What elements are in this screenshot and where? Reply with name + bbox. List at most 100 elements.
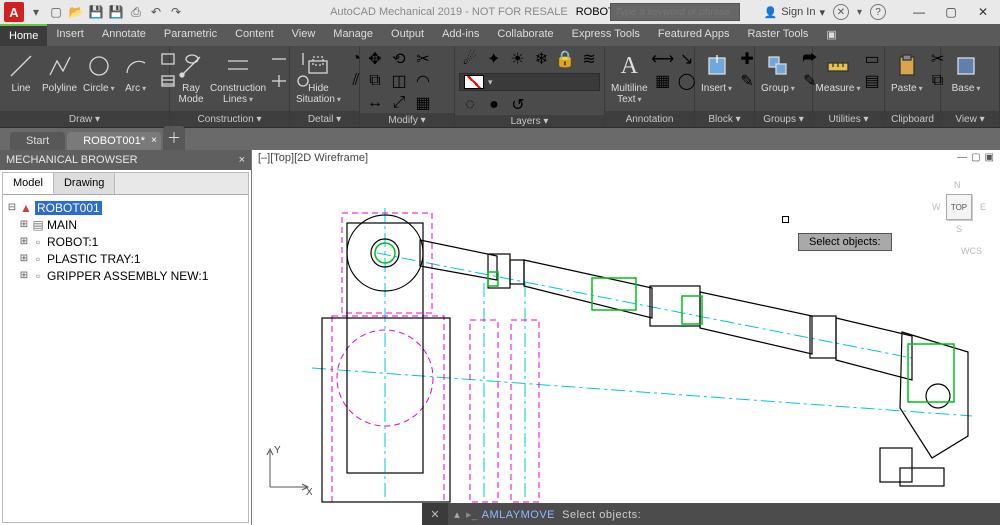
ribbon-tab-content[interactable]: Content — [226, 24, 283, 46]
circle-button[interactable]: Circle — [81, 49, 117, 96]
panel-groups-label[interactable]: Groups ▾ — [755, 111, 812, 127]
qat-undo-icon[interactable]: ↶ — [148, 4, 164, 20]
cline-cross-icon[interactable] — [268, 71, 290, 91]
layer-freeze-icon[interactable]: ❄ — [530, 49, 552, 69]
tree-node[interactable]: ⊞ ▫ ROBOT:1 — [7, 233, 244, 250]
panel-detail-label[interactable]: Detail ▾ — [290, 111, 359, 127]
qat-redo-icon[interactable]: ↷ — [168, 4, 184, 20]
viewport-label[interactable]: [–][Top][2D Wireframe] — [258, 152, 368, 164]
drawing-canvas[interactable] — [252, 168, 1000, 503]
sign-in-button[interactable]: 👤 Sign In ▾ — [763, 6, 824, 19]
layer-color-dropdown[interactable]: ▾ — [459, 73, 600, 91]
browser-tab-drawing[interactable]: Drawing — [54, 173, 115, 194]
rotate-icon[interactable]: ⟲ — [388, 49, 410, 69]
copy-icon[interactable]: ⧉ — [364, 71, 386, 91]
ribbon-tab-parametric[interactable]: Parametric — [155, 24, 226, 46]
keyword-search-input[interactable] — [610, 3, 740, 21]
ribbon-tab-express[interactable]: Express Tools — [563, 24, 649, 46]
tree-node-root[interactable]: ⊟ ▲ ROBOT001 — [7, 199, 244, 216]
select-icon[interactable]: ▭ — [861, 49, 883, 69]
construction-lines-button[interactable]: Construction Lines — [210, 49, 266, 107]
group-button[interactable]: Group — [759, 49, 797, 96]
tree-expand-icon[interactable]: ⊞ — [19, 253, 29, 264]
hide-situation-button[interactable]: Hide Situation — [294, 49, 343, 107]
file-tab-current[interactable]: ROBOT001* × — [67, 132, 161, 150]
mechanical-browser-titlebar[interactable]: MECHANICAL BROWSER × — [0, 150, 251, 170]
tree-node[interactable]: ⊞ ▫ GRIPPER ASSEMBLY NEW:1 — [7, 267, 244, 284]
insert-button[interactable]: Insert — [699, 49, 734, 96]
panel-modify-label[interactable]: Modify ▾ — [360, 113, 454, 127]
vp-minimize-icon[interactable]: — — [957, 152, 967, 163]
ribbon-tab-manage[interactable]: Manage — [324, 24, 382, 46]
panel-clipboard-label[interactable]: Clipboard — [885, 111, 940, 127]
layer-prop-icon[interactable]: ☄ — [459, 49, 481, 69]
base-view-button[interactable]: Base — [945, 49, 987, 96]
stretch-icon[interactable]: ↔ — [364, 93, 386, 113]
window-maximize-button[interactable]: ▢ — [938, 3, 964, 21]
help-dropdown-icon[interactable]: ▾ — [857, 7, 862, 18]
command-close-icon[interactable]: ✕ — [422, 503, 448, 525]
layer-on-icon[interactable]: ● — [483, 95, 505, 115]
cline-h-icon[interactable] — [268, 49, 290, 69]
drawing-viewport[interactable]: [–][Top][2D Wireframe] — ▢ ▣ N S E W TOP… — [252, 150, 1000, 525]
vp-close-icon[interactable]: ▣ — [985, 152, 994, 163]
tree-node[interactable]: ⊞ ▤ MAIN — [7, 216, 244, 233]
ribbon-tab-addins[interactable]: Add-ins — [433, 24, 488, 46]
tree-expand-icon[interactable]: ⊞ — [19, 236, 29, 247]
ribbon-tab-view[interactable]: View — [283, 24, 325, 46]
ribbon-tab-raster[interactable]: Raster Tools — [738, 24, 817, 46]
file-tab-start[interactable]: Start — [10, 132, 65, 150]
command-line[interactable]: ✕ ▴ ▸_ AMLAYMOVE Select objects: — [422, 503, 1000, 525]
exchange-icon[interactable]: ✕ — [833, 4, 849, 20]
ribbon-tab-output[interactable]: Output — [382, 24, 433, 46]
layer-iso-icon[interactable]: ☀ — [507, 49, 529, 69]
ribbon-tab-featured[interactable]: Featured Apps — [649, 24, 739, 46]
layer-lock-icon[interactable]: 🔒 — [554, 49, 576, 69]
layer-states-icon[interactable]: ✦ — [483, 49, 505, 69]
ribbon-tab-annotate[interactable]: Annotate — [93, 24, 155, 46]
qat-plot-icon[interactable]: ⎙ — [128, 4, 144, 20]
vp-restore-icon[interactable]: ▢ — [971, 152, 980, 163]
browser-tab-model[interactable]: Model — [3, 173, 54, 194]
panel-close-icon[interactable]: × — [239, 154, 245, 166]
fillet-icon[interactable]: ◠ — [412, 71, 434, 91]
qat-saveas-icon[interactable]: 💾 — [108, 4, 124, 20]
layer-match-icon[interactable]: ≋ — [578, 49, 600, 69]
ray-mode-button[interactable]: Ray Mode — [174, 49, 208, 107]
array-icon[interactable]: ▦ — [412, 93, 434, 113]
panel-construction-label[interactable]: Construction ▾ — [170, 111, 289, 127]
panel-block-label[interactable]: Block ▾ — [695, 111, 754, 127]
arc-button[interactable]: Arc — [119, 49, 153, 96]
measure-button[interactable]: Measure — [817, 49, 859, 96]
table-icon[interactable]: ▦ — [652, 71, 674, 91]
panel-utilities-label[interactable]: Utilities ▾ — [813, 111, 884, 127]
window-minimize-button[interactable]: — — [906, 3, 932, 21]
scale-icon[interactable]: ⤢ — [388, 93, 410, 113]
tree-expand-icon[interactable]: ⊞ — [19, 219, 29, 230]
trim-icon[interactable]: ✂ — [412, 49, 434, 69]
command-history-icon[interactable]: ▴ — [448, 508, 466, 521]
ribbon-tab-focus-icon[interactable]: ▣ — [817, 24, 845, 46]
ribbon-tab-collaborate[interactable]: Collaborate — [488, 24, 562, 46]
tree-node[interactable]: ⊞ ▫ PLASTIC TRAY:1 — [7, 250, 244, 267]
panel-view-label[interactable]: View ▾ — [941, 111, 999, 127]
paste-button[interactable]: Paste — [889, 49, 925, 96]
layer-prev-icon[interactable]: ↺ — [507, 95, 529, 115]
panel-annotation-label[interactable]: Annotation — [605, 111, 694, 127]
file-tab-add-button[interactable]: ＋ — [163, 126, 185, 150]
qat-menu-icon[interactable]: ▾ — [28, 4, 44, 20]
file-tab-close-icon[interactable]: × — [151, 135, 157, 146]
tree-expand-icon[interactable]: ⊞ — [19, 270, 29, 281]
polyline-button[interactable]: Polyline — [40, 49, 79, 96]
qat-new-icon[interactable]: ▢ — [48, 4, 64, 20]
app-logo[interactable]: A — [4, 2, 24, 22]
window-close-button[interactable]: ✕ — [970, 3, 996, 21]
qat-open-icon[interactable]: 📂 — [68, 4, 84, 20]
model-tree[interactable]: ⊟ ▲ ROBOT001 ⊞ ▤ MAIN ⊞ ▫ ROBOT:1 ⊞ ▫ — [3, 195, 248, 522]
tree-expand-icon[interactable]: ⊟ — [7, 202, 17, 213]
calc-icon[interactable]: ▤ — [861, 71, 883, 91]
line-button[interactable]: Line — [4, 49, 38, 96]
help-icon[interactable]: ? — [870, 4, 886, 20]
mtext-button[interactable]: A Multiline Text — [609, 49, 650, 107]
dimension-icon[interactable]: ⟷ — [652, 49, 674, 69]
